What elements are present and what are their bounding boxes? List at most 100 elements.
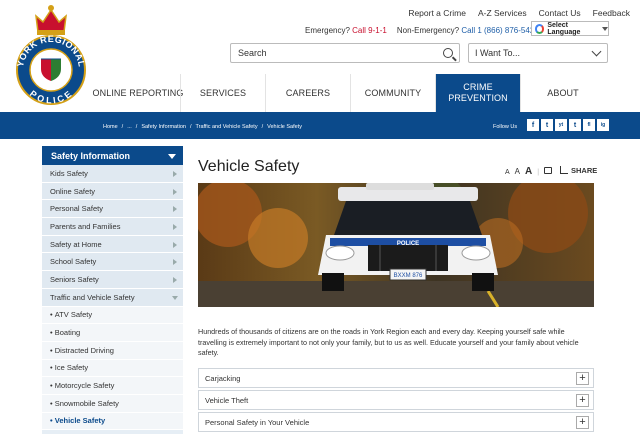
nav-careers[interactable]: CAREERS xyxy=(265,74,350,112)
chevron-right-icon xyxy=(173,171,177,177)
twitter-icon[interactable]: t xyxy=(541,119,553,131)
sidebar-subitem-boating[interactable]: • Boating xyxy=(42,324,183,342)
feedback-link[interactable]: Feedback xyxy=(593,8,630,18)
accordion-vehicle-theft[interactable]: Vehicle Theft + xyxy=(198,390,594,410)
report-crime-link[interactable]: Report a Crime xyxy=(408,8,466,18)
emergency-info: Emergency? Call 9-1-1 Non-Emergency? Cal… xyxy=(305,26,539,35)
accordion-personal-safety-vehicle[interactable]: Personal Safety in Your Vehicle + xyxy=(198,412,594,432)
sidebar-item-parents-families[interactable]: Parents and Families xyxy=(42,218,183,236)
sidebar-subitem-label: Snowmobile Safety xyxy=(54,398,119,408)
breadcrumb-traffic-vehicle-safety[interactable]: Traffic and Vehicle Safety xyxy=(196,124,258,130)
utility-links: Report a Crime A-Z Services Contact Us F… xyxy=(408,8,630,18)
sidebar-subitem-label: ATV Safety xyxy=(54,310,93,320)
bullet: • xyxy=(50,416,53,426)
plus-icon[interactable]: + xyxy=(576,372,589,385)
chevron-down-icon xyxy=(602,26,608,31)
sidebar-subitem-label: Distracted Driving xyxy=(54,345,114,355)
print-icon[interactable] xyxy=(544,167,553,174)
sidebar-item-seniors-safety[interactable]: Seniors Safety xyxy=(42,271,183,289)
license-plate: BXXM 876 xyxy=(394,273,423,279)
emergency-label: Emergency? xyxy=(305,26,350,35)
chevron-right-icon xyxy=(173,259,177,266)
sidebar-item-school-safety[interactable]: School Safety xyxy=(42,253,183,272)
accordion-label: Vehicle Theft xyxy=(205,395,249,405)
font-size-small-button[interactable]: A xyxy=(505,169,510,176)
bullet: • xyxy=(50,310,53,320)
accordion-carjacking[interactable]: Carjacking + xyxy=(198,368,594,388)
accordion-label: Personal Safety in Your Vehicle xyxy=(205,417,310,427)
breadcrumb-sep: / xyxy=(135,124,138,130)
flickr-icon[interactable]: fl xyxy=(583,119,595,131)
sidebar-subitem-label: Motorcycle Safety xyxy=(54,381,115,391)
sidebar-item-personal-safety[interactable]: Personal Safety xyxy=(42,200,183,219)
breadcrumb-safety-information[interactable]: Safety Information xyxy=(141,124,186,130)
tumblr-icon[interactable]: t xyxy=(569,119,581,131)
youtube-icon[interactable]: yt xyxy=(555,119,567,131)
instagram-icon[interactable]: ig xyxy=(597,119,609,131)
caret-down-icon xyxy=(168,154,176,159)
breadcrumb-current: Vehicle Safety xyxy=(267,124,302,130)
plus-icon[interactable]: + xyxy=(576,394,589,407)
nav-community[interactable]: COMMUNITY xyxy=(350,74,435,112)
nav-about[interactable]: ABOUT xyxy=(520,74,605,112)
sidebar-subitem-ice-safety[interactable]: • Ice Safety xyxy=(42,359,183,378)
sidebar-item-label: Traffic and Vehicle Safety xyxy=(50,292,135,302)
york-regional-police-logo[interactable]: YORK REGIONAL POLICE xyxy=(12,2,90,106)
page-title: Vehicle Safety xyxy=(198,158,300,175)
non-emergency-label: Non-Emergency? xyxy=(396,26,460,35)
breadcrumb-home[interactable]: Home xyxy=(103,124,118,130)
i-want-to-dropdown[interactable]: I Want To... xyxy=(468,43,608,63)
sidebar-subitem-atv-safety[interactable]: • ATV Safety xyxy=(42,306,183,325)
sidebar-heading[interactable]: Safety Information xyxy=(42,146,183,165)
sidebar-item-traffic-vehicle-safety[interactable]: Traffic and Vehicle Safety xyxy=(42,288,183,307)
i-want-to-label: I Want To... xyxy=(475,48,521,58)
breadcrumb-sep: / xyxy=(121,124,124,130)
nav-crime-prevention[interactable]: CRIME PREVENTION xyxy=(435,74,520,112)
search-input[interactable]: Search xyxy=(230,43,460,63)
share-button[interactable]: SHARE xyxy=(560,166,597,175)
sidebar-item-kids-safety[interactable]: Kids Safety xyxy=(42,165,183,183)
chevron-down-icon xyxy=(172,295,178,300)
sidebar-item-label: School Safety xyxy=(50,257,97,267)
sidebar-subitem-distracted-driving[interactable]: • Distracted Driving xyxy=(42,341,183,360)
nav-online-reporting[interactable]: ONLINE REPORTING xyxy=(93,74,184,112)
sidebar-item-safety-at-home[interactable]: Safety at Home xyxy=(42,235,183,254)
sidebar-item-label: Kids Safety xyxy=(50,168,88,178)
facebook-icon[interactable]: f xyxy=(527,119,539,131)
font-size-controls: A A A | xyxy=(505,166,553,177)
sidebar: Safety Information Kids Safety Online Sa… xyxy=(42,146,183,434)
chevron-right-icon xyxy=(173,277,177,284)
accordion-label: Carjacking xyxy=(205,373,241,383)
main-navigation: ONLINE REPORTING SERVICES CAREERS COMMUN… xyxy=(93,74,605,112)
share-label: SHARE xyxy=(571,166,598,175)
intro-paragraph: Hundreds of thousands of citizens are on… xyxy=(198,327,579,358)
search-icon[interactable] xyxy=(443,48,453,58)
sidebar-subitem-vehicle-safety[interactable]: • Vehicle Safety xyxy=(42,412,183,431)
divider: | xyxy=(537,169,540,176)
breadcrumb-ellipsis[interactable]: ... xyxy=(127,124,132,130)
emergency-number-link[interactable]: Call 9-1-1 xyxy=(352,26,387,35)
crown-icon xyxy=(35,5,67,35)
bullet: • xyxy=(50,398,53,408)
az-services-link[interactable]: A-Z Services xyxy=(478,8,527,18)
plus-icon[interactable]: + xyxy=(576,416,589,429)
sidebar-subitem-snowmobile-safety[interactable]: • Snowmobile Safety xyxy=(42,394,183,413)
chevron-down-icon xyxy=(591,46,602,57)
sidebar-subitem-motorcycle-safety[interactable]: • Motorcycle Safety xyxy=(42,377,183,395)
non-emergency-number-link[interactable]: Call 1 (866) 876-5423 xyxy=(461,26,538,35)
sidebar-item-online-safety[interactable]: Online Safety xyxy=(42,182,183,201)
hero-image-police-car: POLICE BXXM 876 xyxy=(198,183,594,307)
chevron-right-icon xyxy=(173,241,177,248)
chevron-right-icon xyxy=(173,224,177,231)
sidebar-item-label: Online Safety xyxy=(50,186,96,196)
select-language-dropdown[interactable]: Select Language xyxy=(531,21,609,36)
social-links: f t yt t fl ig xyxy=(527,119,609,131)
nav-services[interactable]: SERVICES xyxy=(180,74,265,112)
bullet: • xyxy=(50,363,53,373)
bullet: • xyxy=(50,345,53,355)
sidebar-heading-label: Safety Information xyxy=(51,150,131,161)
select-language-label: Select Language xyxy=(547,21,581,36)
font-size-medium-button[interactable]: A xyxy=(515,167,520,176)
contact-us-link[interactable]: Contact Us xyxy=(539,8,581,18)
font-size-large-button[interactable]: A xyxy=(525,166,532,177)
